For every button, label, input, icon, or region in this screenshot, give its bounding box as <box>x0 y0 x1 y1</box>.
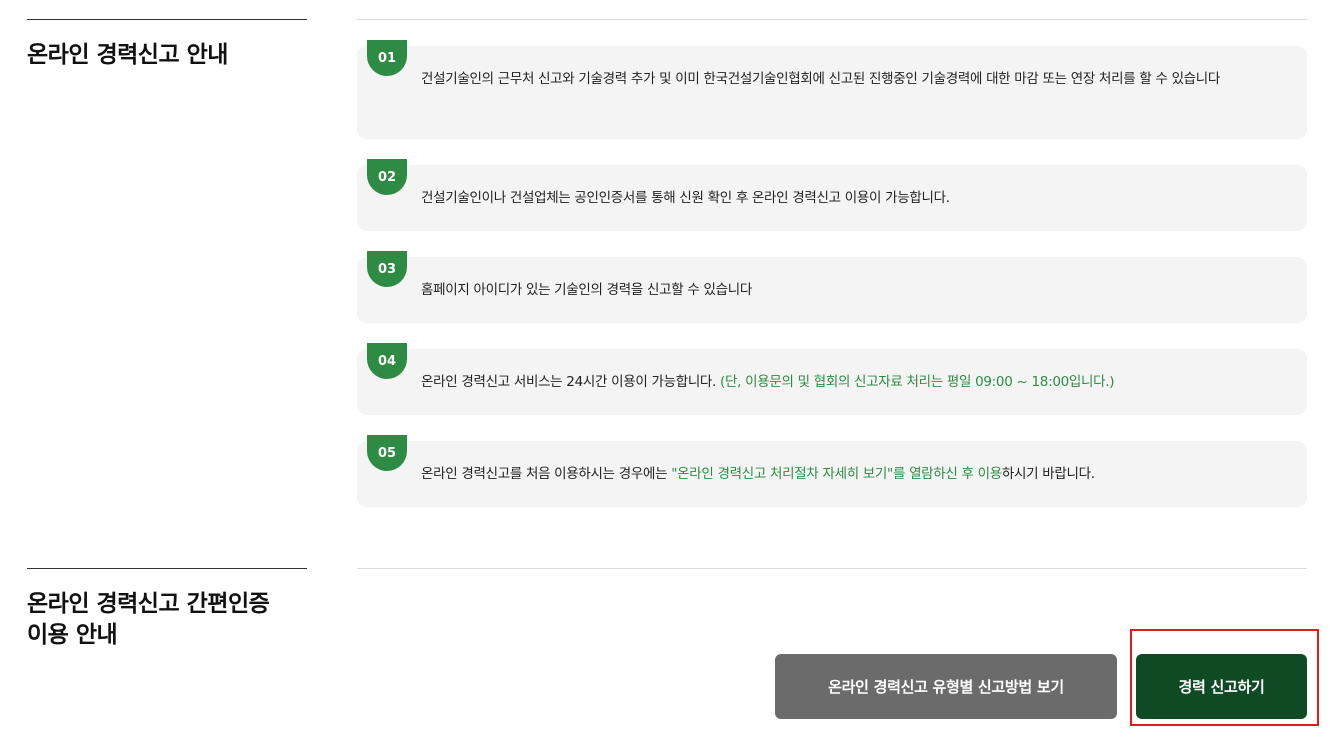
notice-text: 건설기술인이나 건설업체는 공인인증서를 통해 신원 확인 후 온라인 경력신고… <box>421 190 950 206</box>
report-method-guide-button[interactable]: 온라인 경력신고 유형별 신고방법 보기 <box>775 654 1117 719</box>
section-divider-right <box>357 19 1307 20</box>
section-divider-left <box>27 19 307 20</box>
section-title-line2: 이용 안내 <box>27 622 118 648</box>
notice-text-after: 하시기 바랍니다. <box>1001 466 1095 482</box>
notice-item-02: 02 건설기술인이나 건설업체는 공인인증서를 통해 신원 확인 후 온라인 경… <box>357 159 1307 231</box>
section-title-online-report-guide: 온라인 경력신고 안내 <box>27 42 228 68</box>
notice-text-highlight: (단, 이용문의 및 협회의 신고자료 처리는 평일 09:00 ~ 18:00… <box>720 374 1115 390</box>
section-divider-left <box>27 568 307 569</box>
notice-number-badge: 05 <box>367 435 407 471</box>
notice-text-before: 온라인 경력신고를 처음 이용하시는 경우에는 <box>421 466 672 482</box>
section-title-line1: 온라인 경력신고 간편인증 <box>27 591 270 617</box>
notice-number-badge: 04 <box>367 343 407 379</box>
notice-item-04: 04 온라인 경력신고 서비스는 24시간 이용이 가능합니다. (단, 이용문… <box>357 343 1307 415</box>
notice-number-badge: 01 <box>367 40 407 76</box>
notice-text: 온라인 경력신고 서비스는 24시간 이용이 가능합니다. (단, 이용문의 및… <box>421 368 1277 396</box>
notice-item-03: 03 홈페이지 아이디가 있는 기술인의 경력을 신고할 수 있습니다 <box>357 251 1307 323</box>
section-divider-right <box>357 568 1307 569</box>
section-title-simple-auth-guide: 온라인 경력신고 간편인증 이용 안내 <box>27 589 317 651</box>
notice-number-badge: 03 <box>367 251 407 287</box>
notice-text-highlight: "온라인 경력신고 처리절차 자세히 보기"를 열람하신 후 이용 <box>671 466 1002 482</box>
notice-text: 건설기술인의 근무처 신고와 기술경력 추가 및 이미 한국건설기술인협회에 신… <box>421 71 1221 87</box>
notice-text-main: 온라인 경력신고 서비스는 24시간 이용이 가능합니다. <box>421 374 721 390</box>
notice-item-05: 05 온라인 경력신고를 처음 이용하시는 경우에는 "온라인 경력신고 처리절… <box>357 435 1307 507</box>
notice-number-badge: 02 <box>367 159 407 195</box>
notice-text: 온라인 경력신고를 처음 이용하시는 경우에는 "온라인 경력신고 처리절차 자… <box>421 460 1277 488</box>
notice-item-01: 01 건설기술인의 근무처 신고와 기술경력 추가 및 이미 한국건설기술인협회… <box>357 40 1307 139</box>
highlight-box <box>1130 629 1319 726</box>
notice-text: 홈페이지 아이디가 있는 기술인의 경력을 신고할 수 있습니다 <box>421 282 752 298</box>
